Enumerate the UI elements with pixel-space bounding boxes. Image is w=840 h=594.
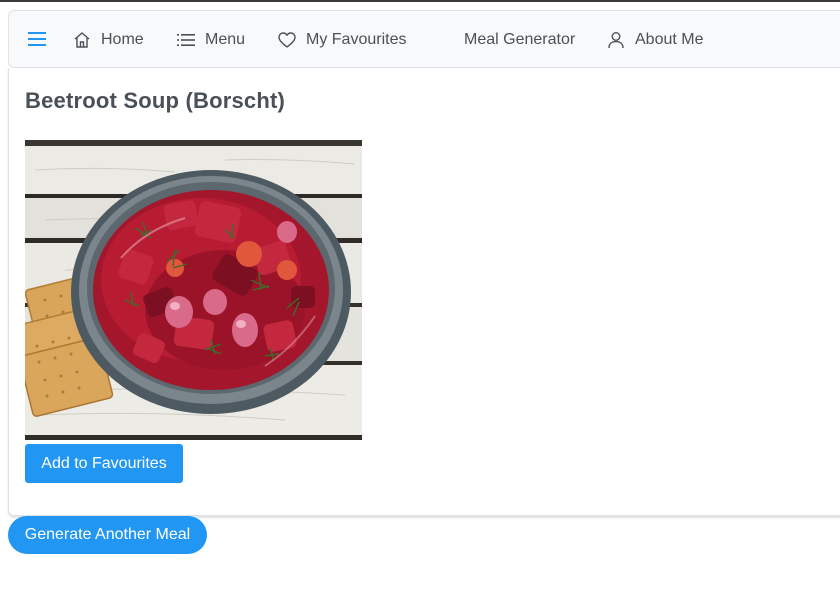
- meal-title: Beetroot Soup (Borscht): [25, 88, 286, 113]
- nav-item-about-me[interactable]: About Me: [607, 11, 703, 69]
- window-top-border: [0, 0, 840, 2]
- list-icon: [177, 34, 195, 46]
- nav-item-favourites[interactable]: My Favourites: [278, 11, 406, 69]
- nav-item-label: My Favourites: [306, 31, 407, 48]
- nav-item-meal-generator[interactable]: Meal Generator: [464, 11, 575, 69]
- nav-item-label: Menu: [205, 31, 246, 48]
- meal-card: Beetroot Soup (Borscht) Add to Favourite…: [8, 68, 840, 516]
- generate-another-meal-button[interactable]: Generate Another Meal: [8, 516, 207, 554]
- nav-item-label: Meal Generator: [464, 31, 576, 48]
- nav-item-label: Home: [101, 31, 144, 48]
- hamburger-icon[interactable]: [27, 29, 47, 49]
- navbar: Home Menu My Favourites Meal Generator A…: [8, 10, 840, 68]
- add-to-favourites-button[interactable]: Add to Favourites: [25, 444, 183, 483]
- nav-item-home[interactable]: Home: [73, 11, 144, 69]
- nav-item-menu[interactable]: Menu: [177, 11, 245, 69]
- heart-icon: [278, 32, 296, 48]
- meal-image: [25, 140, 362, 440]
- nav-item-label: About Me: [635, 31, 704, 48]
- user-icon: [608, 32, 624, 49]
- home-icon: [74, 32, 90, 48]
